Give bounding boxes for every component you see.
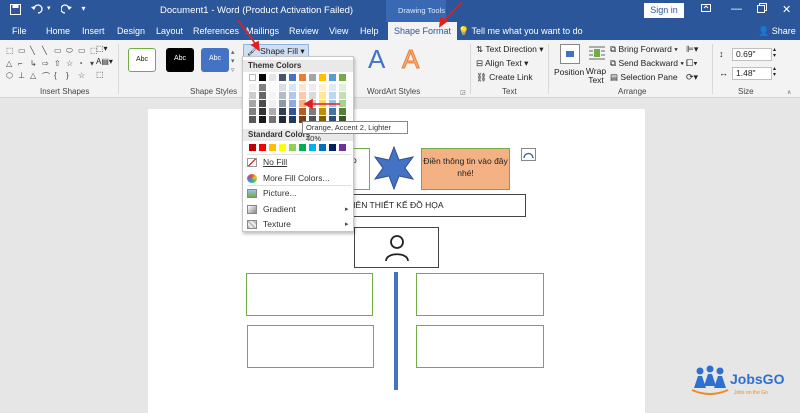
arrow-to-shape-format xyxy=(442,1,463,23)
arrow-head xyxy=(303,98,313,110)
arrow-head xyxy=(250,40,261,52)
svg-text:Jobs on the Go: Jobs on the Go xyxy=(734,390,768,396)
jobsgo-logo: JobsGO Jobs on the Go xyxy=(690,362,794,407)
annotation-arrows xyxy=(237,1,463,110)
jobsgo-logo-mark: JobsGO Jobs on the Go xyxy=(691,365,785,396)
arrow-to-shape-fill xyxy=(237,19,258,47)
svg-text:JobsGO: JobsGO xyxy=(730,371,785,387)
